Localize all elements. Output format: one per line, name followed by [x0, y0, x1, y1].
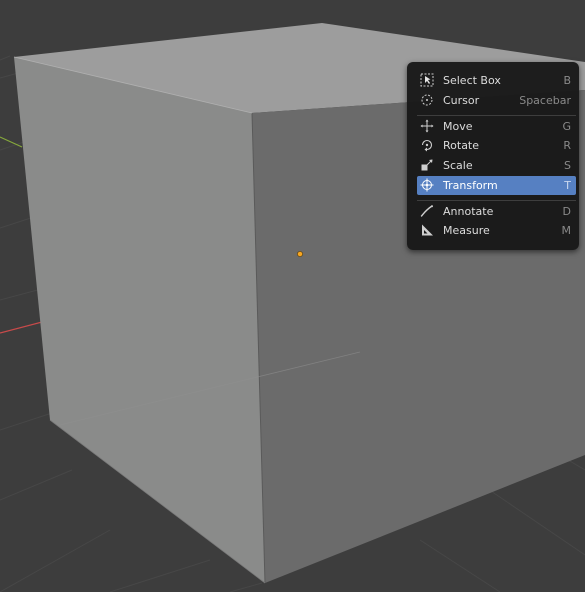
transform-icon — [420, 178, 434, 192]
menu-item-label: Measure — [443, 224, 490, 237]
move-icon — [420, 119, 434, 133]
menu-item-label: Scale — [443, 159, 473, 172]
menu-item-scale[interactable]: Scale S — [417, 156, 576, 175]
menu-item-transform[interactable]: Transform T — [417, 176, 576, 195]
menu-item-label: Cursor — [443, 94, 480, 107]
menu-item-shortcut: T — [564, 179, 571, 192]
select-box-icon — [420, 73, 434, 87]
cube-left-face — [14, 57, 265, 583]
menu-item-label: Transform — [443, 179, 498, 192]
origin-point[interactable] — [297, 251, 303, 257]
menu-item-annotate[interactable]: Annotate D — [417, 202, 576, 221]
menu-item-rotate[interactable]: Rotate R — [417, 136, 576, 155]
menu-item-select-box[interactable]: Select Box B — [417, 71, 576, 90]
menu-item-shortcut: Spacebar — [519, 94, 571, 107]
scale-icon — [421, 159, 433, 171]
menu-item-shortcut: D — [562, 205, 571, 218]
menu-item-move[interactable]: Move G — [417, 117, 576, 136]
menu-item-label: Annotate — [443, 205, 494, 218]
menu-item-label: Rotate — [443, 139, 480, 152]
tool-popup-menu: Select Box B Cursor Spacebar Move G Rota… — [407, 62, 579, 250]
menu-item-shortcut: R — [563, 139, 571, 152]
menu-item-shortcut: B — [563, 74, 571, 87]
menu-separator — [417, 115, 576, 116]
menu-item-label: Select Box — [443, 74, 501, 87]
rotate-icon — [421, 139, 433, 152]
menu-item-shortcut: G — [562, 120, 571, 133]
menu-item-measure[interactable]: Measure M — [417, 221, 576, 240]
y-axis-line-far — [0, 136, 23, 148]
cursor-icon — [421, 94, 433, 106]
menu-item-cursor[interactable]: Cursor Spacebar — [417, 91, 576, 110]
menu-separator — [417, 200, 576, 201]
menu-item-shortcut: M — [561, 224, 572, 237]
annotate-icon — [420, 205, 433, 217]
menu-item-shortcut: S — [564, 159, 571, 172]
measure-icon — [422, 224, 433, 236]
menu-item-label: Move — [443, 120, 473, 133]
